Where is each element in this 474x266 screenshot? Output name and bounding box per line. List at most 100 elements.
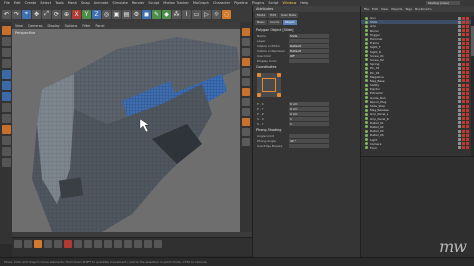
visibility-dot-icon[interactable] xyxy=(458,71,461,75)
material-tag-icon[interactable] xyxy=(462,121,465,125)
menu-item-edit[interactable]: Edit xyxy=(14,1,21,5)
material-tag-icon[interactable] xyxy=(466,16,469,20)
visibility-dot-icon[interactable] xyxy=(458,87,461,91)
visibility-dot-icon[interactable] xyxy=(458,112,461,116)
material-tag-icon[interactable] xyxy=(466,133,469,137)
material-tag-icon[interactable] xyxy=(462,62,465,66)
material-tag-icon[interactable] xyxy=(462,83,465,87)
property-value-field[interactable]: 0 cm xyxy=(289,111,329,116)
rotation-key-icon[interactable] xyxy=(114,240,122,248)
render-view-icon[interactable]: ▣ xyxy=(112,9,121,19)
menu-item-sculpt[interactable]: Sculpt xyxy=(148,1,159,5)
visibility-dot-icon[interactable] xyxy=(458,129,461,133)
tool-icon-1[interactable] xyxy=(242,28,250,36)
material-tag-icon[interactable] xyxy=(462,29,465,33)
menu-item-mograph[interactable]: MoGraph xyxy=(193,1,209,5)
material-tag-icon[interactable] xyxy=(462,66,465,70)
visibility-dot-icon[interactable] xyxy=(458,41,461,45)
attr-tab-basic[interactable]: Basic xyxy=(255,20,267,25)
property-value-field[interactable]: Off xyxy=(289,53,329,58)
interpolation-icon[interactable] xyxy=(144,240,152,248)
object-menu-bookmarks[interactable]: Bookmarks xyxy=(415,7,432,11)
timeline-window-icon[interactable] xyxy=(154,240,162,248)
material-tag-icon[interactable] xyxy=(462,112,465,116)
material-tag-icon[interactable] xyxy=(462,16,465,20)
material-tag-icon[interactable] xyxy=(462,50,465,54)
tool-icon-8[interactable] xyxy=(242,98,250,106)
scale-key-icon[interactable] xyxy=(104,240,112,248)
property-value-field[interactable] xyxy=(289,143,329,148)
visibility-dot-icon[interactable] xyxy=(458,45,461,49)
material-tag-icon[interactable] xyxy=(466,108,469,112)
visibility-dot-icon[interactable] xyxy=(458,29,461,33)
menu-item-render[interactable]: Render xyxy=(132,1,144,5)
menu-item-window[interactable]: Window xyxy=(283,1,297,5)
material-tag-icon[interactable] xyxy=(462,96,465,100)
visibility-dot-icon[interactable] xyxy=(458,100,461,104)
position-key-icon[interactable] xyxy=(94,240,102,248)
viewport-menu-options[interactable]: Options xyxy=(65,24,78,28)
property-value-field[interactable]: 0 cm xyxy=(289,106,329,111)
visibility-dot-icon[interactable] xyxy=(458,54,461,58)
material-tag-icon[interactable] xyxy=(462,20,465,24)
material-tag-icon[interactable] xyxy=(466,20,469,24)
prev-frame-icon[interactable] xyxy=(24,240,32,248)
visibility-dot-icon[interactable] xyxy=(458,83,461,87)
parameter-key-icon[interactable] xyxy=(124,240,132,248)
material-tag-icon[interactable] xyxy=(466,71,469,75)
live-select-icon[interactable]: ⌖ xyxy=(22,9,31,19)
menu-item-pipeline[interactable]: Pipeline xyxy=(234,1,248,5)
tool-icon-9[interactable] xyxy=(242,108,250,116)
render-picture-icon[interactable]: ▤ xyxy=(122,9,131,19)
timeline-ruler[interactable] xyxy=(12,232,252,238)
material-tag-icon[interactable] xyxy=(466,146,469,150)
material-tag-icon[interactable] xyxy=(466,104,469,108)
menu-item-mesh[interactable]: Mesh xyxy=(68,1,77,5)
object-menu-tags[interactable]: Tags xyxy=(405,7,412,11)
material-tag-icon[interactable] xyxy=(462,108,465,112)
material-tag-icon[interactable] xyxy=(466,54,469,58)
property-value-field[interactable]: 40 ° xyxy=(289,138,329,143)
model-mode-icon[interactable] xyxy=(1,37,11,46)
light-icon[interactable]: ☼ xyxy=(212,9,221,19)
visibility-dot-icon[interactable] xyxy=(458,58,461,62)
material-tag-icon[interactable] xyxy=(462,138,465,142)
material-tag-icon[interactable] xyxy=(462,133,465,137)
handle-bl[interactable] xyxy=(257,93,261,97)
visibility-dot-icon[interactable] xyxy=(458,142,461,146)
attr-menu-mode[interactable]: Mode xyxy=(255,13,268,18)
visibility-dot-icon[interactable] xyxy=(458,16,461,20)
property-value-field[interactable] xyxy=(289,133,329,138)
menu-item-file[interactable]: File xyxy=(4,1,10,5)
material-tag-icon[interactable] xyxy=(466,29,469,33)
material-tag-icon[interactable] xyxy=(462,117,465,121)
material-tag-icon[interactable] xyxy=(462,41,465,45)
visibility-dot-icon[interactable] xyxy=(458,20,461,24)
material-tag-icon[interactable] xyxy=(466,83,469,87)
autokey-icon[interactable] xyxy=(74,240,82,248)
array-icon[interactable]: ⁂ xyxy=(172,9,181,19)
menu-item-tools[interactable]: Tools xyxy=(55,1,64,5)
visibility-dot-icon[interactable] xyxy=(458,50,461,54)
visibility-dot-icon[interactable] xyxy=(458,117,461,121)
move-icon[interactable]: ✥ xyxy=(32,9,41,19)
material-tag-icon[interactable] xyxy=(466,91,469,95)
attr-menu-user-data[interactable]: User Data xyxy=(279,13,298,18)
material-tag-icon[interactable] xyxy=(466,24,469,28)
material-tag-icon[interactable] xyxy=(466,112,469,116)
visibility-dot-icon[interactable] xyxy=(458,146,461,150)
visibility-dot-icon[interactable] xyxy=(458,75,461,79)
property-value-field[interactable] xyxy=(289,58,329,63)
material-tag-icon[interactable] xyxy=(466,142,469,146)
menu-item-character[interactable]: Character xyxy=(213,1,230,5)
rotate-icon[interactable]: ⟳ xyxy=(52,9,61,19)
handle-tl[interactable] xyxy=(257,73,261,77)
tool-icon-2[interactable] xyxy=(242,38,250,46)
cube-icon[interactable]: ◼ xyxy=(142,9,151,19)
material-tag-icon[interactable] xyxy=(466,117,469,121)
material-tag-icon[interactable] xyxy=(466,37,469,41)
material-tag-icon[interactable] xyxy=(462,142,465,146)
material-tag-icon[interactable] xyxy=(466,33,469,37)
visibility-dot-icon[interactable] xyxy=(458,79,461,83)
tool-icon-11[interactable] xyxy=(242,128,250,136)
